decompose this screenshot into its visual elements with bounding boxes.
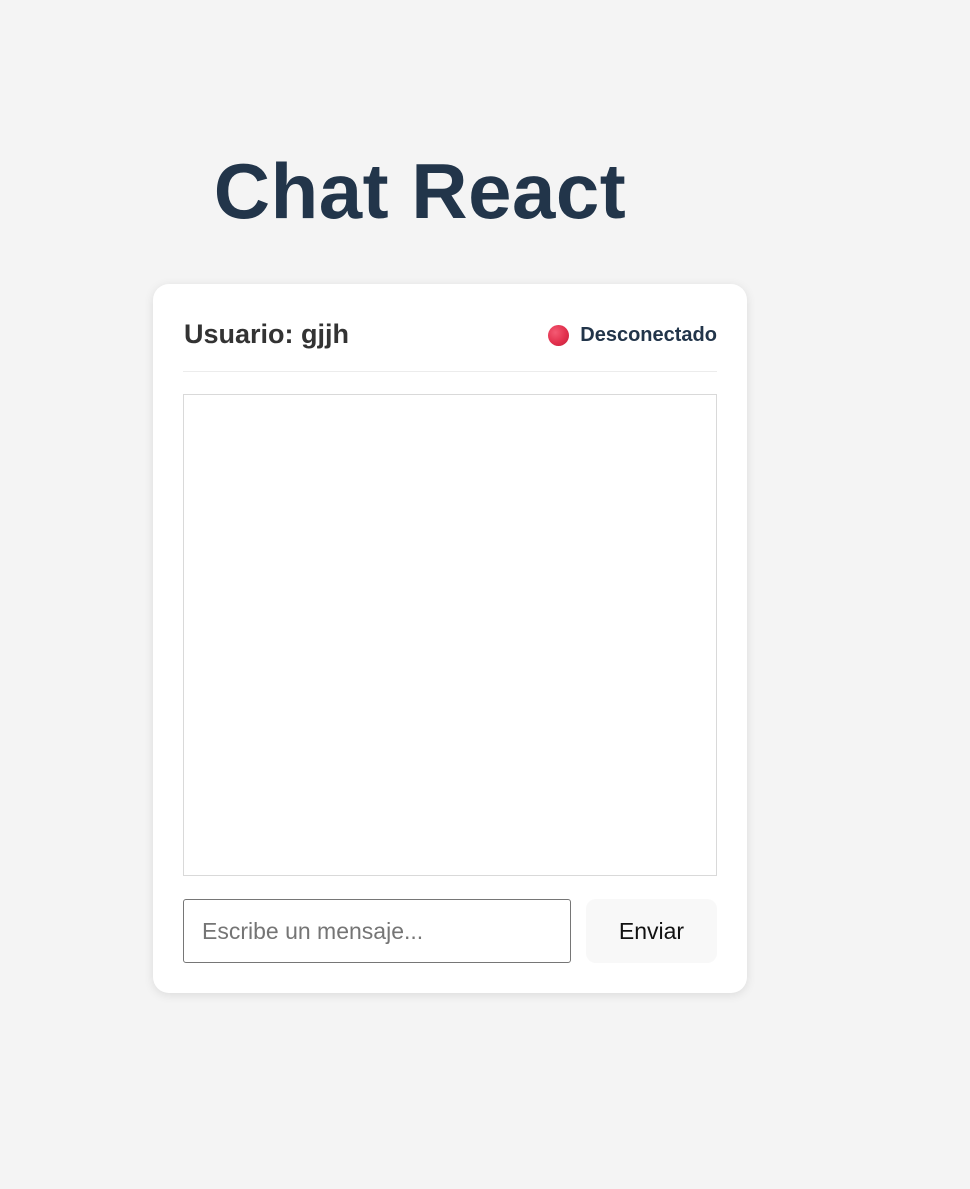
messages-panel[interactable] xyxy=(183,394,717,876)
message-input[interactable] xyxy=(183,899,571,963)
connection-status: Desconectado xyxy=(548,323,717,347)
status-text: Desconectado xyxy=(580,324,717,346)
app-title: Chat React xyxy=(213,147,627,235)
user-label: Usuario: gjjh xyxy=(184,319,350,349)
send-button[interactable]: Enviar xyxy=(586,899,717,963)
chat-card: Usuario: gjjh Desconectado Enviar xyxy=(153,284,747,993)
chat-header: Usuario: gjjh Desconectado xyxy=(183,312,717,372)
page: Chat React Usuario: gjjh Desconectado En… xyxy=(0,0,970,1189)
status-dot-icon xyxy=(548,324,570,346)
message-composer: Enviar xyxy=(183,899,717,963)
